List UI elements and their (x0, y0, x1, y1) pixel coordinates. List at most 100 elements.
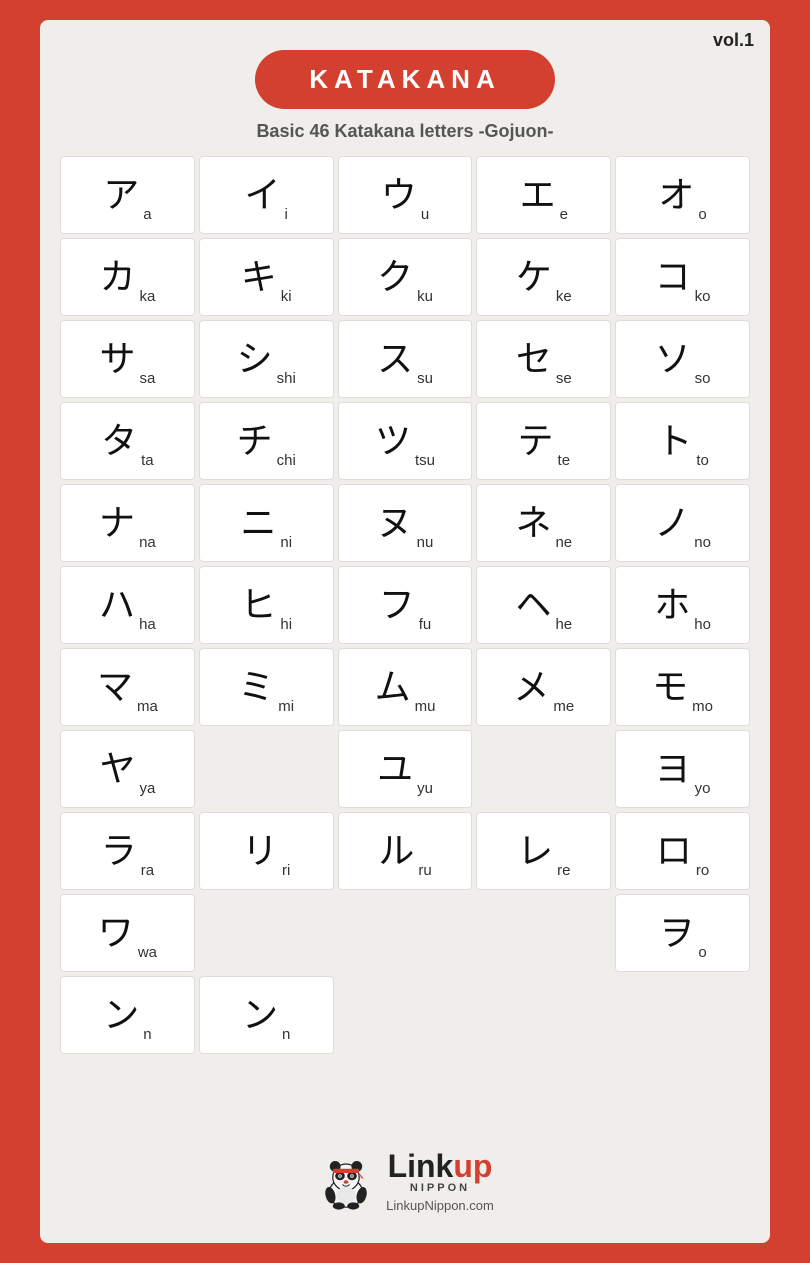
kana-cell: ラra (60, 812, 195, 890)
kana-character: ロ (656, 833, 692, 869)
kana-character: ソ (655, 341, 691, 377)
kana-cell-empty (60, 1058, 195, 1136)
title-text: KATAKANA (309, 64, 500, 94)
logo-url: LinkupNippon.com (386, 1198, 494, 1213)
kana-cell: シshi (199, 320, 334, 398)
kana-cell: コko (615, 238, 750, 316)
kana-cell: ンn (60, 976, 195, 1054)
kana-cell: ムmu (338, 648, 473, 726)
kana-cell: クku (338, 238, 473, 316)
kana-character: エ (520, 177, 556, 213)
kana-romaji: mu (415, 698, 436, 715)
subtitle: Basic 46 Katakana letters -Gojuon- (60, 121, 750, 142)
kana-romaji: ki (281, 288, 292, 305)
kana-character: メ (513, 669, 549, 705)
logo-nippon: NIPPON (410, 1182, 470, 1194)
kana-romaji: mo (692, 698, 713, 715)
kana-character: タ (101, 423, 137, 459)
kana-cell: レre (476, 812, 611, 890)
kana-romaji: ho (694, 616, 711, 633)
kana-cell: ワwa (60, 894, 195, 972)
kana-romaji: u (421, 206, 429, 223)
logo-linkup: Linkup (388, 1150, 493, 1182)
kana-character: コ (655, 259, 691, 295)
kana-character: ニ (240, 505, 276, 541)
kana-romaji: ke (556, 288, 572, 305)
kana-cell: トto (615, 402, 750, 480)
kana-cell: ソso (615, 320, 750, 398)
kana-romaji: to (696, 452, 709, 469)
kana-character: リ (242, 833, 278, 869)
kana-romaji: me (553, 698, 574, 715)
kana-cell: メme (476, 648, 611, 726)
kana-romaji: yo (695, 780, 711, 797)
kana-romaji: ya (139, 780, 155, 797)
kana-romaji: hi (280, 616, 292, 633)
kana-romaji: n (143, 1026, 151, 1043)
kana-cell-empty (338, 976, 473, 1054)
kana-character: ヌ (377, 505, 413, 541)
kana-cell: ウu (338, 156, 473, 234)
kana-romaji: ma (137, 698, 158, 715)
kana-romaji: a (143, 206, 151, 223)
kana-cell: ホho (615, 566, 750, 644)
kana-cell: ヌnu (338, 484, 473, 562)
kana-character: レ (517, 833, 553, 869)
kana-romaji: o (698, 944, 706, 961)
kana-character: ミ (238, 669, 274, 705)
kana-cell: フfu (338, 566, 473, 644)
kana-character: ル (378, 833, 414, 869)
kana-character: ン (103, 997, 139, 1033)
kana-cell: ヲo (615, 894, 750, 972)
kana-romaji: ra (141, 862, 154, 879)
kana-character: ヲ (658, 915, 694, 951)
kana-cell: ヒhi (199, 566, 334, 644)
kana-cell: マma (60, 648, 195, 726)
kana-cell (338, 894, 473, 972)
kana-romaji: mi (278, 698, 294, 715)
kana-romaji: no (694, 534, 711, 551)
kana-character: チ (237, 423, 273, 459)
kana-cell: ヤya (60, 730, 195, 808)
kana-romaji: o (698, 206, 706, 223)
kana-character: ワ (98, 915, 134, 951)
kana-character: マ (97, 669, 133, 705)
kana-cell: リri (199, 812, 334, 890)
kana-cell: エe (476, 156, 611, 234)
kana-romaji: ro (696, 862, 709, 879)
kana-romaji: wa (138, 944, 157, 961)
kana-cell: タta (60, 402, 195, 480)
kana-character: ラ (101, 833, 137, 869)
kana-romaji: ru (418, 862, 431, 879)
kana-character: カ (99, 259, 135, 295)
kana-character: ヨ (655, 751, 691, 787)
kana-character: ン (242, 997, 278, 1033)
kana-romaji: ku (417, 288, 433, 305)
kana-character: ツ (375, 423, 411, 459)
kana-character: モ (652, 669, 688, 705)
kana-cell (476, 894, 611, 972)
kana-character: ヤ (99, 751, 135, 787)
kana-cell: ヘhe (476, 566, 611, 644)
kana-character: オ (658, 177, 694, 213)
kana-cell: ツtsu (338, 402, 473, 480)
kana-cell: ヨyo (615, 730, 750, 808)
kana-romaji: se (556, 370, 572, 387)
kana-cell-empty (615, 976, 750, 1054)
kana-romaji: ni (280, 534, 292, 551)
kana-character: ネ (515, 505, 551, 541)
kana-cell: ナna (60, 484, 195, 562)
kana-character: ナ (99, 505, 135, 541)
kana-cell: モmo (615, 648, 750, 726)
kana-cell: ノno (615, 484, 750, 562)
kana-cell: ハha (60, 566, 195, 644)
kana-character: ア (103, 177, 139, 213)
logo-link-part: Link (388, 1148, 454, 1184)
kana-romaji: ko (695, 288, 711, 305)
kana-romaji: te (558, 452, 571, 469)
kana-romaji: nu (417, 534, 434, 551)
kana-cell: イi (199, 156, 334, 234)
kana-romaji: yu (417, 780, 433, 797)
kana-romaji: so (695, 370, 711, 387)
kana-cell: アa (60, 156, 195, 234)
